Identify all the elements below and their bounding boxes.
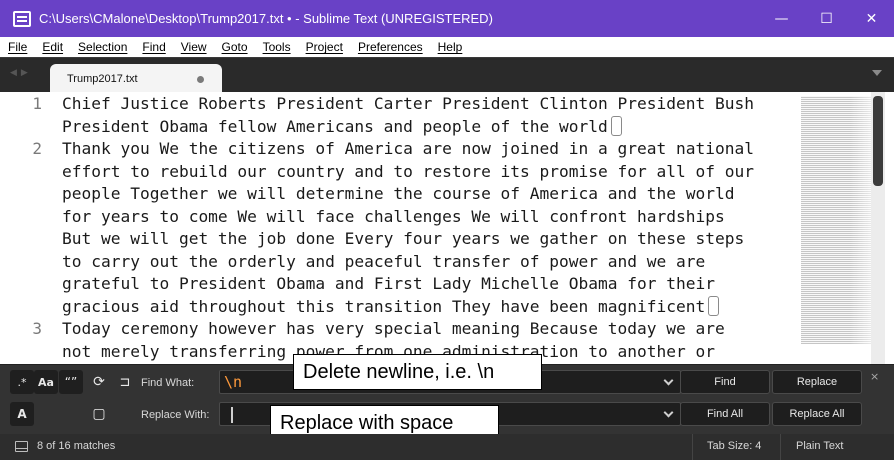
tab-scroll-arrows-icon[interactable]: ◀▶: [10, 68, 32, 78]
find-button[interactable]: Find: [680, 370, 770, 394]
line-number: 2: [32, 139, 42, 158]
find-what-label: Find What:: [141, 377, 195, 389]
syntax-indicator[interactable]: Plain Text: [796, 440, 844, 452]
regex-toggle-icon[interactable]: .*: [10, 370, 34, 394]
window-controls: — ☐ ✕: [759, 0, 894, 37]
tab-strip: ◀▶ Trump2017.txt: [0, 57, 894, 93]
close-panel-icon[interactable]: ×: [870, 370, 879, 383]
status-bar: 8 of 16 matches Tab Size: 4 Plain Text: [0, 434, 894, 460]
wrap-toggle-icon[interactable]: ⟳: [87, 370, 111, 394]
text-line: Chief Justice Roberts President Carter P…: [62, 94, 754, 113]
text-line: President Obama fellow Americans and peo…: [62, 115, 622, 139]
line-number-gutter: 1 2 3: [0, 92, 56, 364]
text-line: Thank you We the citizens of America are…: [62, 139, 754, 158]
text-line: people Together we will determine the co…: [62, 184, 735, 203]
text-line: to carry out the orderly and peaceful tr…: [62, 251, 706, 271]
close-window-button[interactable]: ✕: [849, 0, 894, 37]
unsaved-dot-icon[interactable]: [197, 76, 204, 83]
highlight-matches-toggle-icon[interactable]: ▢: [87, 402, 111, 426]
find-all-button[interactable]: Find All: [680, 402, 770, 426]
menu-file[interactable]: File: [4, 40, 27, 54]
replace-history-chevron-down-icon[interactable]: [663, 407, 674, 418]
text-line: But we will get the job done Every four …: [62, 229, 745, 248]
sublime-app-icon: [13, 10, 31, 27]
menu-bar: File Edit Selection Find View Goto Tools…: [0, 37, 894, 57]
match-count: 8 of 16 matches: [37, 440, 116, 452]
annotation-find-note: Delete newline, i.e. \n: [293, 354, 542, 390]
text-line: grateful to President Obama and First La…: [62, 274, 715, 293]
tab-size-indicator[interactable]: Tab Size: 4: [707, 440, 761, 452]
newline-match-marker: [610, 115, 622, 136]
menu-project[interactable]: Project: [302, 40, 343, 54]
menu-goto[interactable]: Goto: [218, 40, 248, 54]
scrollbar-thumb[interactable]: [873, 96, 883, 186]
find-history-chevron-down-icon[interactable]: [663, 375, 674, 386]
menu-edit[interactable]: Edit: [38, 40, 63, 54]
menu-find[interactable]: Find: [138, 40, 165, 54]
text-line: effort to rebuild our country and to res…: [62, 161, 754, 181]
replace-button[interactable]: Replace: [772, 370, 862, 394]
case-sensitive-toggle-icon[interactable]: Aa: [34, 370, 58, 394]
replace-all-button[interactable]: Replace All: [772, 402, 862, 426]
editor-area[interactable]: 1 2 3 Chief Justice Roberts President Ca…: [0, 92, 894, 364]
in-selection-toggle-icon[interactable]: ⊐: [113, 370, 137, 394]
line-number: 3: [32, 319, 42, 338]
title-bar: C:\Users\CMalone\Desktop\Trump2017.txt •…: [0, 0, 894, 37]
minimize-button[interactable]: —: [759, 0, 804, 37]
replace-with-label: Replace With:: [141, 409, 210, 421]
tab-list-dropdown-icon[interactable]: [872, 70, 882, 76]
menu-tools[interactable]: Tools: [259, 40, 291, 54]
text-line: for years to come We will face challenge…: [62, 206, 725, 226]
menu-preferences[interactable]: Preferences: [354, 40, 423, 54]
newline-match-marker: [708, 295, 720, 316]
menu-view[interactable]: View: [177, 40, 207, 54]
text-line: gracious aid throughout this transition …: [62, 295, 720, 319]
console-panel-icon[interactable]: [15, 441, 28, 452]
menu-help[interactable]: Help: [434, 40, 463, 54]
maximize-button[interactable]: ☐: [804, 0, 849, 37]
line-number: 1: [32, 94, 42, 113]
whole-word-toggle-icon[interactable]: “”: [59, 370, 83, 394]
menu-selection[interactable]: Selection: [74, 40, 127, 54]
text-line: Today ceremony however has very special …: [62, 319, 725, 338]
text-caret: [231, 407, 233, 423]
preserve-case-toggle-icon[interactable]: A: [10, 402, 34, 426]
tab-label: Trump2017.txt: [67, 72, 138, 85]
find-what-value: \n: [224, 373, 243, 391]
window-title: C:\Users\CMalone\Desktop\Trump2017.txt •…: [39, 11, 493, 26]
tab-trump2017[interactable]: Trump2017.txt: [50, 64, 222, 93]
